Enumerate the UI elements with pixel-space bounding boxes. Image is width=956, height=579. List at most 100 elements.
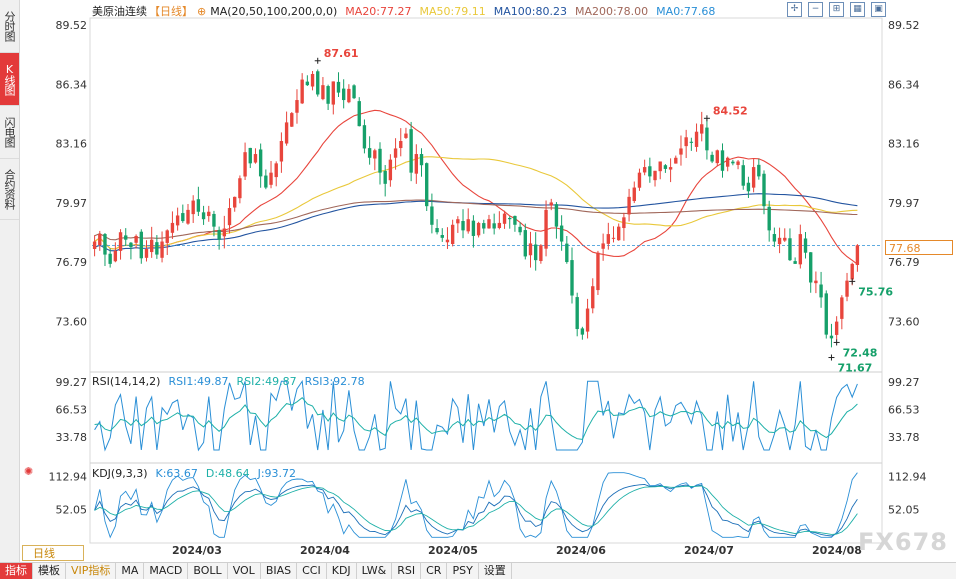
- candle-body: [855, 245, 860, 265]
- tab-cci[interactable]: CCI: [297, 563, 327, 579]
- candle-body: [181, 213, 185, 222]
- candle-body: [316, 71, 320, 95]
- tab-templates[interactable]: 模板: [33, 563, 66, 579]
- candle-body: [829, 335, 834, 339]
- candle-body: [710, 154, 714, 162]
- candle-body: [663, 165, 668, 169]
- x-tick-label: 2024/04: [300, 544, 350, 557]
- candle-body: [207, 211, 211, 217]
- current-price-value: 77.68: [889, 242, 921, 255]
- tab-kdj[interactable]: KDJ: [327, 563, 357, 579]
- candle-body: [585, 308, 590, 332]
- candle-body: [788, 238, 792, 261]
- candle-body: [679, 148, 683, 155]
- tab-indicators[interactable]: 指标: [0, 563, 33, 579]
- candle-body: [201, 212, 206, 220]
- candle-body: [461, 221, 465, 231]
- tab-macd[interactable]: MACD: [144, 563, 189, 579]
- candle-body: [674, 157, 678, 164]
- candle-body: [819, 284, 823, 298]
- candle-body: [544, 209, 548, 249]
- rsi-y-tick-right: 33.78: [888, 431, 920, 444]
- candle-body: [445, 239, 450, 243]
- candle-body: [565, 243, 569, 263]
- candle-body: [772, 234, 777, 242]
- tab-lwr[interactable]: LW&: [357, 563, 393, 579]
- main-legend: 美原油连续 【日线】 ⊕ MA(20,50,100,200,0,0) MA20:…: [92, 3, 715, 19]
- candle-body: [352, 85, 356, 99]
- tab-settings[interactable]: 设置: [479, 563, 512, 579]
- fullscreen-icon[interactable]: ⊞: [829, 2, 844, 17]
- candle-body: [637, 172, 642, 188]
- candle-body: [373, 150, 377, 159]
- settings-icon[interactable]: ▦: [850, 2, 865, 17]
- candle-body: [694, 131, 699, 147]
- candle-body: [741, 165, 745, 186]
- kdj-settings-icon[interactable]: ✺: [24, 465, 33, 478]
- candle-body: [290, 113, 294, 127]
- candle-body: [269, 172, 273, 185]
- candle-body: [648, 166, 652, 177]
- kdj-y-tick-left: 52.05: [56, 503, 88, 516]
- ma50-value: MA50:79.11: [419, 4, 486, 18]
- candle-body: [591, 286, 595, 309]
- candle-body: [834, 321, 839, 335]
- candle-body: [155, 242, 159, 255]
- candle-body: [617, 226, 621, 241]
- tab-vip-indicators[interactable]: VIP指标: [66, 563, 117, 579]
- ma0-value: MA0:77.68: [656, 4, 716, 18]
- candle-body: [658, 161, 662, 172]
- ma100-line: [94, 193, 858, 252]
- candle-body: [274, 163, 278, 178]
- candle-body: [653, 170, 657, 181]
- y-tick-right: 76.79: [888, 256, 920, 269]
- candle-body: [331, 81, 335, 105]
- candle-body: [300, 79, 304, 104]
- y-tick-right: 83.16: [888, 138, 920, 151]
- candle-body: [528, 243, 533, 256]
- y-tick-right: 79.97: [888, 197, 920, 210]
- tab-boll[interactable]: BOLL: [188, 563, 228, 579]
- candle-body: [606, 234, 611, 244]
- candle-body: [248, 147, 252, 164]
- tab-psy[interactable]: PSY: [447, 563, 479, 579]
- candle-body: [803, 238, 808, 253]
- current-price-tag: 77.68: [885, 240, 953, 255]
- settings-circle-icon[interactable]: ⊕: [197, 5, 206, 18]
- tab-cr[interactable]: CR: [421, 563, 448, 579]
- candle-body: [393, 148, 398, 158]
- tab-bias[interactable]: BIAS: [261, 563, 298, 579]
- plot-frame: [89, 17, 883, 544]
- zoom-in-icon[interactable]: ✢: [787, 2, 802, 17]
- candle-body: [783, 237, 787, 241]
- candle-body: [684, 137, 688, 147]
- window-icon[interactable]: ▣: [871, 2, 886, 17]
- period-button[interactable]: 日线: [22, 545, 84, 561]
- extreme-label: 84.52: [713, 104, 748, 117]
- kline-chart[interactable]: 89.52 89.52 86.34 86.34 83.16 83.16 79.97 79.97…: [0, 0, 956, 578]
- candle-body: [388, 159, 393, 181]
- candle-body: [668, 167, 673, 170]
- candle-body: [497, 222, 502, 229]
- candle-body: [798, 234, 803, 265]
- tab-vol[interactable]: VOL: [228, 563, 261, 579]
- tab-ma[interactable]: MA: [116, 563, 145, 579]
- candle-body: [186, 209, 190, 224]
- candle-body: [243, 152, 247, 177]
- rsi-y-tick-left: 66.53: [56, 403, 88, 416]
- candle-body: [492, 223, 496, 229]
- candle-body: [611, 237, 616, 239]
- candle-body: [404, 133, 408, 138]
- candle-body: [196, 199, 201, 212]
- tab-rsi[interactable]: RSI: [392, 563, 422, 579]
- candle-body: [113, 250, 118, 262]
- candle-body: [310, 73, 315, 87]
- candle-body: [264, 175, 268, 188]
- x-tick-label: 2024/07: [684, 544, 734, 557]
- x-tick-label: 2024/05: [428, 544, 478, 557]
- candle-body: [809, 252, 813, 283]
- y-tick-right: 89.52: [888, 19, 920, 32]
- candle-body: [720, 150, 725, 171]
- zoom-out-icon[interactable]: −: [808, 2, 823, 17]
- candle-body: [347, 88, 351, 103]
